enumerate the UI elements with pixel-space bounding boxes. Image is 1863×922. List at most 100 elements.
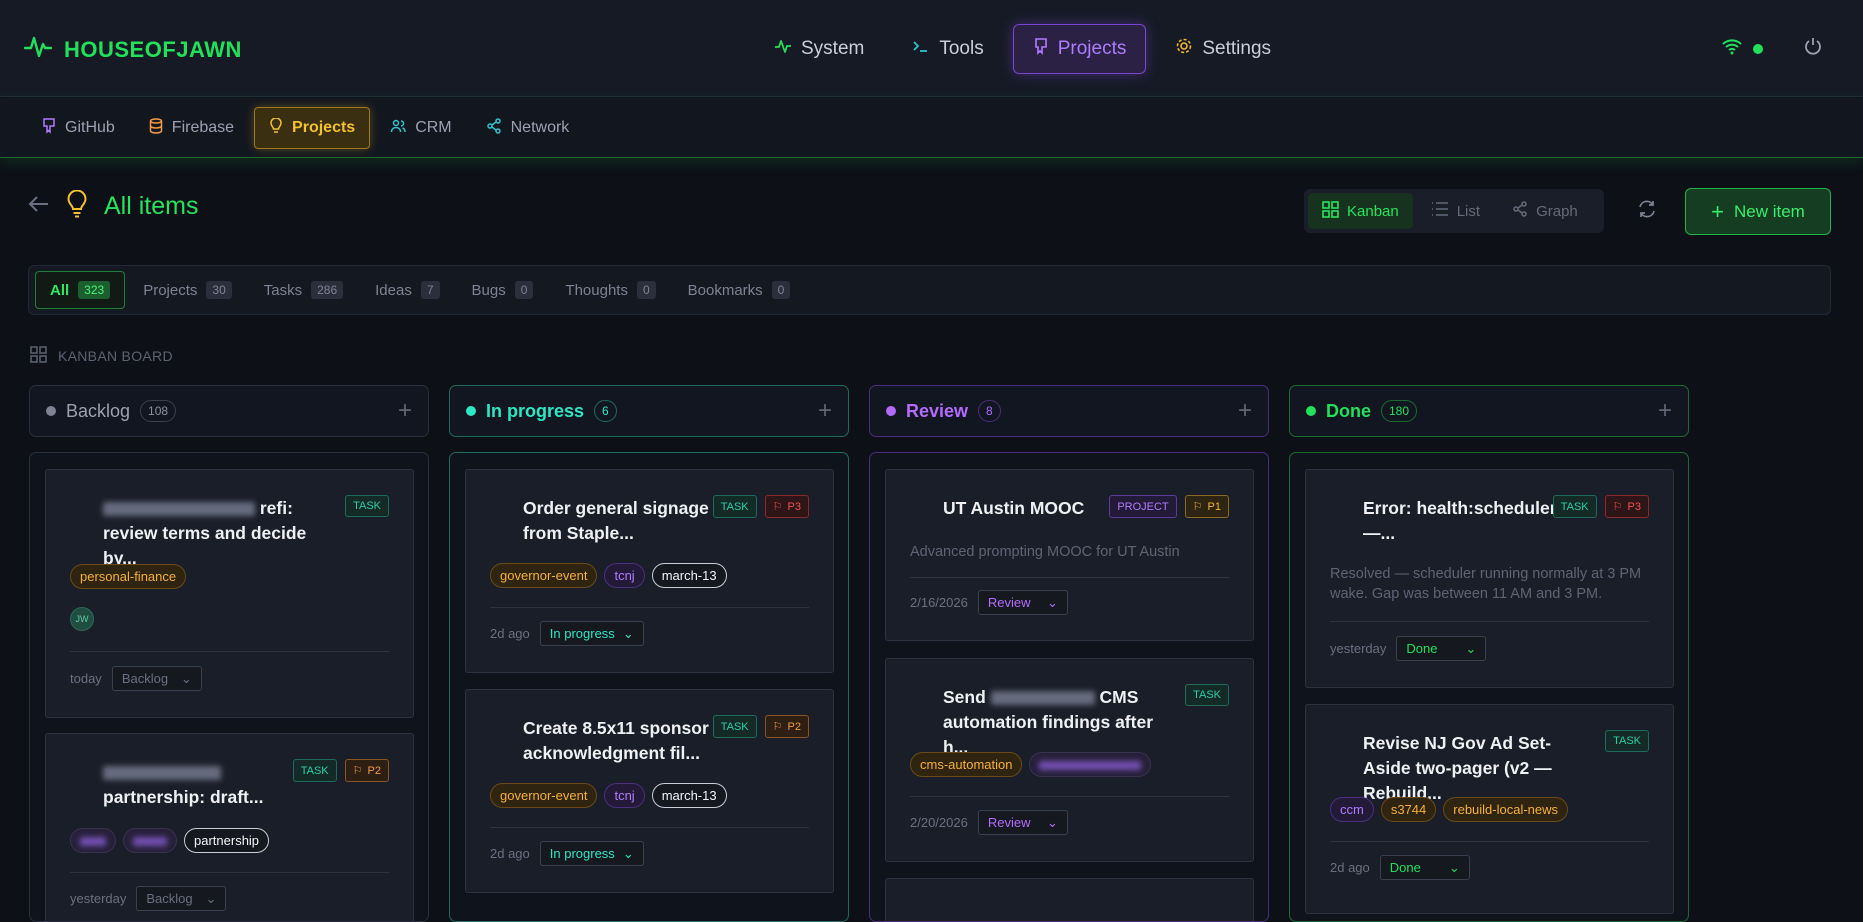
card-badges: TASK ⚐ P3 bbox=[712, 495, 809, 518]
filter-projects[interactable]: Projects 30 bbox=[129, 271, 246, 309]
refresh-button[interactable] bbox=[1632, 196, 1662, 226]
tag-chip[interactable]: personal-finance bbox=[70, 564, 187, 589]
kanban-card[interactable]: UT Austin MOOC PROJECT ⚐ P1 Advanced prom… bbox=[885, 469, 1254, 641]
status-dot bbox=[886, 406, 896, 416]
kanban-card[interactable]: Revise NJ Gov Ad Set-Aside two-pager (v2… bbox=[1305, 704, 1674, 914]
tag-chip[interactable]: march-13 bbox=[651, 563, 727, 588]
card-title: partnership: draft... bbox=[103, 760, 323, 810]
add-card-button[interactable]: + bbox=[818, 397, 832, 425]
status-select[interactable]: Backlog ⌄ bbox=[136, 886, 227, 911]
divider bbox=[70, 651, 389, 652]
filter-bookmarks[interactable]: Bookmarks 0 bbox=[674, 271, 805, 309]
tag-row: personal-finance bbox=[70, 564, 187, 589]
filter-label: Thoughts bbox=[565, 281, 628, 299]
tag-chip[interactable]: partnership bbox=[184, 828, 270, 853]
tag-chip[interactable]: rebuild-local-news bbox=[1443, 797, 1569, 822]
card-title: Send CMS automation findings after h... bbox=[943, 685, 1163, 760]
status-select[interactable]: Done ⌄ bbox=[1396, 636, 1487, 661]
subnav-network[interactable]: Network bbox=[472, 107, 584, 149]
share-icon bbox=[1512, 201, 1528, 221]
view-kanban-button[interactable]: Kanban bbox=[1308, 193, 1413, 229]
priority-value: P3 bbox=[787, 500, 801, 513]
github-icon bbox=[1033, 37, 1049, 61]
tag-chip[interactable]: cms-automation bbox=[910, 752, 1023, 777]
subnav-firebase[interactable]: Firebase bbox=[135, 107, 248, 149]
redacted-text bbox=[1039, 761, 1142, 771]
power-icon[interactable] bbox=[1803, 36, 1823, 61]
tag-chip[interactable]: s3744 bbox=[1380, 797, 1437, 822]
subnav-projects[interactable]: Projects bbox=[254, 107, 371, 149]
filter-count: 0 bbox=[514, 281, 534, 299]
share-icon bbox=[486, 117, 502, 139]
status-dot bbox=[46, 406, 56, 416]
status-select[interactable]: In progress ⌄ bbox=[539, 841, 644, 866]
status-select[interactable]: Done ⌄ bbox=[1379, 855, 1470, 880]
tag-chip[interactable]: march-13 bbox=[651, 783, 727, 808]
subnav-crm[interactable]: CRM bbox=[376, 107, 465, 149]
status-select[interactable]: Review ⌄ bbox=[977, 810, 1068, 835]
nav-projects[interactable]: Projects bbox=[1012, 24, 1147, 74]
filter-thoughts[interactable]: Thoughts 0 bbox=[551, 271, 669, 309]
priority-badge: ⚐ P2 bbox=[344, 759, 389, 782]
kanban-card[interactable] bbox=[885, 878, 1254, 921]
filter-label: Ideas bbox=[375, 281, 412, 299]
column-count: 6 bbox=[594, 400, 617, 422]
status-select[interactable]: In progress ⌄ bbox=[539, 621, 644, 646]
kanban-card[interactable]: Create 8.5x11 sponsor acknowledgment fil… bbox=[465, 689, 834, 893]
new-item-button[interactable]: + New item bbox=[1685, 188, 1831, 235]
tag-chip[interactable]: governor-event bbox=[490, 783, 598, 808]
view-graph-button[interactable]: Graph bbox=[1498, 193, 1592, 229]
status-select[interactable]: Backlog ⌄ bbox=[111, 666, 202, 691]
column-title: Done bbox=[1326, 400, 1371, 421]
kanban-card[interactable]: Send CMS automation findings after h... … bbox=[885, 658, 1254, 862]
add-card-button[interactable]: + bbox=[398, 397, 412, 425]
card-title: refi: review terms and decide by... bbox=[103, 496, 323, 571]
card-meta: today Backlog ⌄ bbox=[70, 666, 202, 691]
nav-settings[interactable]: Settings bbox=[1156, 24, 1290, 74]
add-card-button[interactable]: + bbox=[1238, 397, 1252, 425]
top-right-status bbox=[1721, 36, 1823, 61]
app-logo[interactable]: HOUSEOFJAWN bbox=[23, 34, 242, 65]
priority-value: P3 bbox=[1627, 500, 1641, 513]
chevron-down-icon: ⌄ bbox=[1046, 814, 1058, 830]
activity-icon bbox=[774, 38, 792, 60]
priority-badge: ⚐ P1 bbox=[1184, 495, 1229, 518]
filter-tasks[interactable]: Tasks 286 bbox=[250, 271, 357, 309]
lightbulb-icon bbox=[269, 116, 283, 139]
subnav-firebase-label: Firebase bbox=[171, 119, 235, 136]
divider bbox=[1330, 841, 1649, 842]
back-arrow-icon[interactable] bbox=[28, 195, 50, 218]
tag-chip[interactable]: governor-event bbox=[490, 563, 598, 588]
nav-tools[interactable]: Tools bbox=[893, 24, 1002, 74]
users-icon bbox=[390, 118, 406, 139]
filter-all[interactable]: All 323 bbox=[35, 271, 126, 309]
column-in-progress: Order general signage from Staple... TAS… bbox=[449, 452, 849, 922]
pulse-icon bbox=[23, 34, 53, 65]
filter-ideas[interactable]: Ideas 7 bbox=[361, 271, 453, 309]
kanban-card[interactable]: Error: health:scheduler —... TASK ⚐ P3 Re… bbox=[1305, 469, 1674, 688]
nav-settings-label: Settings bbox=[1202, 38, 1272, 59]
tag-chip[interactable]: tcnj bbox=[604, 563, 645, 588]
tag-chip[interactable]: tcnj bbox=[604, 783, 645, 808]
card-meta: 2d ago In progress ⌄ bbox=[490, 841, 644, 866]
nav-system[interactable]: System bbox=[755, 24, 883, 74]
wifi-icon bbox=[1721, 37, 1743, 60]
add-card-button[interactable]: + bbox=[1658, 397, 1672, 425]
kanban-card[interactable]: partnership: draft... TASK ⚐ P2 partnersh… bbox=[45, 733, 414, 921]
card-meta: yesterday Done ⌄ bbox=[1330, 636, 1487, 661]
filter-bugs[interactable]: Bugs 0 bbox=[458, 271, 548, 309]
kanban-card[interactable]: Order general signage from Staple... TAS… bbox=[465, 469, 834, 673]
subnav-github[interactable]: GitHub bbox=[28, 107, 129, 149]
card-description: Advanced prompting MOOC for UT Austin bbox=[910, 544, 1180, 560]
card-badges: TASK ⚐ P2 bbox=[292, 759, 389, 782]
nav-system-label: System bbox=[801, 38, 865, 59]
sub-nav: GitHub Firebase Projects CRM Network bbox=[0, 98, 1863, 158]
kanban-card[interactable]: refi: review terms and decide by... TASK… bbox=[45, 469, 414, 718]
status-select[interactable]: Review ⌄ bbox=[977, 590, 1068, 615]
online-status-dot bbox=[1753, 43, 1763, 54]
view-list-button[interactable]: List bbox=[1417, 193, 1494, 229]
tag-chip[interactable]: ccm bbox=[1330, 797, 1374, 822]
list-icon bbox=[1431, 201, 1449, 221]
page-header: All items bbox=[28, 189, 198, 223]
terminal-icon bbox=[912, 38, 930, 60]
